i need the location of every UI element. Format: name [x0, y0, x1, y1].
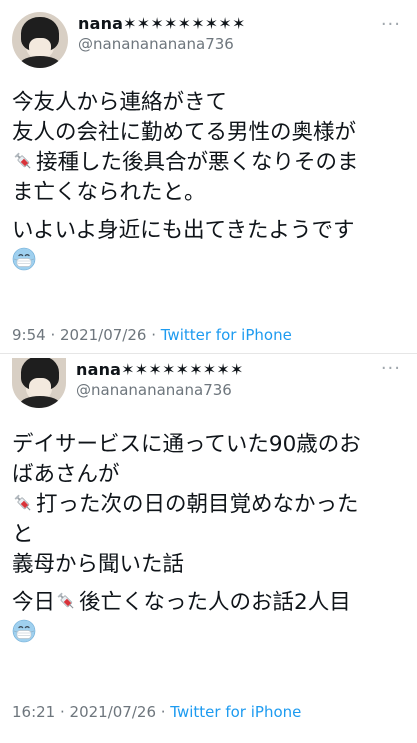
- text-segment: 後亡くなった人のお話2人目: [79, 590, 351, 615]
- tweet-header: nana✶✶✶✶✶✶✶✶✶ @nananananana736: [12, 358, 244, 408]
- timestamp[interactable]: 9:54 · 2021/07/26 ·: [12, 326, 161, 344]
- author-block: nana✶✶✶✶✶✶✶✶✶ @nananananana736: [76, 360, 244, 400]
- author-name[interactable]: nana✶✶✶✶✶✶✶✶✶: [78, 14, 246, 34]
- timestamp[interactable]: 16:21 · 2021/07/26 ·: [12, 703, 170, 721]
- source-link[interactable]: Twitter for iPhone: [161, 326, 292, 344]
- tweet-meta: 9:54 · 2021/07/26 · Twitter for iPhone: [12, 325, 292, 345]
- tweet-paragraph: デイサービスに通っていた90歳のお ばあさんが 打った次の日の朝目覚めなかった …: [12, 430, 403, 580]
- text-line: 接種した後具合が悪くなりそのま: [36, 150, 359, 175]
- syringe-emoji-icon: [55, 590, 77, 612]
- tweet-text: 今友人から連絡がきて 友人の会社に勤めてる男性の奥様が 接種した後具合が悪くなり…: [12, 88, 403, 276]
- more-options-icon[interactable]: ···: [381, 16, 401, 34]
- avatar[interactable]: [12, 12, 68, 68]
- avatar[interactable]: [12, 358, 66, 408]
- tweet-meta: 16:21 · 2021/07/26 · Twitter for iPhone: [12, 702, 301, 722]
- syringe-emoji-icon: [12, 150, 34, 172]
- author-name[interactable]: nana✶✶✶✶✶✶✶✶✶: [76, 360, 244, 380]
- medical-mask-face-emoji-icon: [12, 619, 36, 643]
- tweet-paragraph: 今日 後亡くなった人のお話2人目: [12, 588, 403, 648]
- tweet-paragraph: 今友人から連絡がきて 友人の会社に勤めてる男性の奥様が 接種した後具合が悪くなり…: [12, 88, 403, 208]
- tweet-header: nana✶✶✶✶✶✶✶✶✶ @nananananana736: [12, 12, 246, 68]
- text-line: 友人の会社に勤めてる男性の奥様が: [12, 120, 357, 145]
- text-line: 義母から聞いた話: [12, 552, 185, 577]
- text-line: いよいよ身近にも出てきたようです: [12, 218, 355, 243]
- text-line: 打った次の日の朝目覚めなかった: [36, 492, 359, 517]
- author-block: nana✶✶✶✶✶✶✶✶✶ @nananananana736: [78, 14, 246, 54]
- text-line: と: [12, 522, 34, 547]
- text-line: デイサービスに通っていた90歳のお: [12, 432, 361, 457]
- tweet-text: デイサービスに通っていた90歳のお ばあさんが 打った次の日の朝目覚めなかった …: [12, 430, 403, 648]
- author-handle[interactable]: @nananananana736: [76, 380, 244, 400]
- tweet-paragraph: いよいよ身近にも出てきたようです: [12, 216, 403, 276]
- syringe-emoji-icon: [12, 492, 34, 514]
- more-options-icon[interactable]: ···: [381, 360, 401, 378]
- text-segment: 今日: [12, 590, 56, 615]
- text-line: 今友人から連絡がきて: [12, 90, 228, 115]
- author-handle[interactable]: @nananananana736: [78, 34, 246, 54]
- text-line: ま亡くなられたと。: [12, 180, 206, 205]
- tweet-card[interactable]: nana✶✶✶✶✶✶✶✶✶ @nananananana736 ··· デイサービ…: [0, 354, 417, 743]
- source-link[interactable]: Twitter for iPhone: [170, 703, 301, 721]
- text-line: ばあさんが: [12, 462, 120, 487]
- medical-mask-face-emoji-icon: [12, 247, 36, 271]
- tweet-card[interactable]: nana✶✶✶✶✶✶✶✶✶ @nananananana736 ··· 今友人から…: [0, 0, 417, 354]
